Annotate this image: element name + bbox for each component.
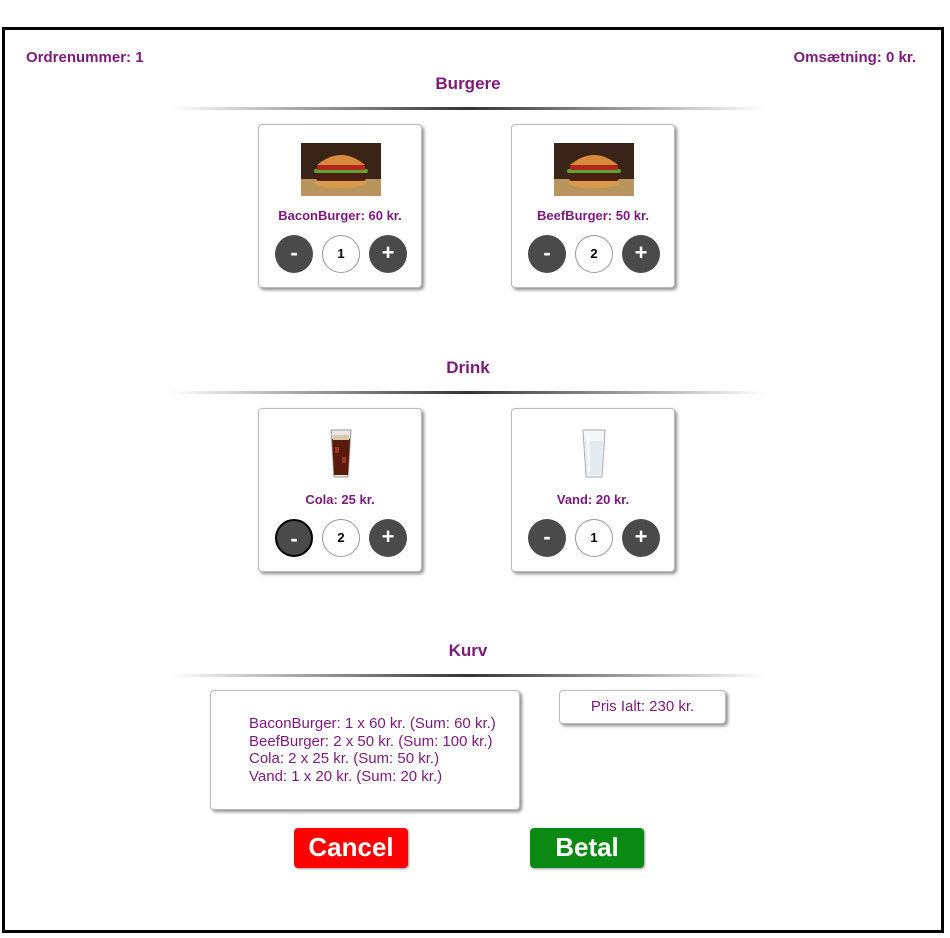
increase-button[interactable]: + — [369, 235, 407, 273]
decrease-button[interactable]: - — [275, 519, 313, 557]
quantity-display: 1 — [575, 519, 613, 557]
water-glass-image — [582, 429, 606, 478]
product-card-vand: Vand: 20 kr. - 1 + — [511, 408, 675, 572]
product-card-baconburger: BaconBurger: 60 kr. - 1 + — [258, 124, 422, 288]
pay-button[interactable]: Betal — [530, 828, 644, 868]
basket-line: BaconBurger: 1 x 60 kr. (Sum: 60 kr.) — [249, 715, 496, 732]
basket-line: Cola: 2 x 25 kr. (Sum: 50 kr.) — [249, 750, 440, 767]
section-divider — [170, 674, 766, 677]
revenue-label: Omsætning: 0 kr. — [793, 49, 916, 66]
section-title-basket: Kurv — [448, 641, 488, 660]
section-title-burgers: Burgere — [435, 74, 501, 93]
product-price-label: BaconBurger: 60 kr. — [278, 208, 402, 223]
cancel-button[interactable]: Cancel — [294, 828, 408, 868]
quantity-display: 2 — [575, 235, 613, 273]
quantity-display: 2 — [322, 519, 360, 557]
decrease-button[interactable]: - — [528, 235, 566, 273]
burger-image — [301, 143, 381, 196]
increase-button[interactable]: + — [622, 235, 660, 273]
product-price-label: Cola: 25 kr. — [305, 492, 375, 507]
order-number: Ordrenummer: 1 — [26, 49, 144, 66]
increase-button[interactable]: + — [369, 519, 407, 557]
cola-glass-image — [330, 429, 352, 478]
product-card-beefburger: BeefBurger: 50 kr. - 2 + — [511, 124, 675, 288]
burger-image — [554, 143, 634, 196]
basket-list: BaconBurger: 1 x 60 kr. (Sum: 60 kr.) Be… — [210, 690, 520, 810]
product-price-label: Vand: 20 kr. — [556, 492, 630, 507]
increase-button[interactable]: + — [622, 519, 660, 557]
section-title-drinks: Drink — [446, 358, 490, 377]
basket-line: BeefBurger: 2 x 50 kr. (Sum: 100 kr.) — [249, 732, 493, 750]
section-divider — [170, 391, 766, 394]
decrease-button[interactable]: - — [528, 519, 566, 557]
section-divider — [170, 107, 766, 110]
product-card-cola: Cola: 25 kr. - 2 + — [258, 408, 422, 572]
total-price: Pris Ialt: 230 kr. — [559, 690, 726, 724]
basket-line: Vand: 1 x 20 kr. (Sum: 20 kr.) — [249, 767, 443, 785]
product-price-label: BeefBurger: 50 kr. — [537, 208, 649, 223]
decrease-button[interactable]: - — [275, 235, 313, 273]
quantity-display: 1 — [322, 235, 360, 273]
